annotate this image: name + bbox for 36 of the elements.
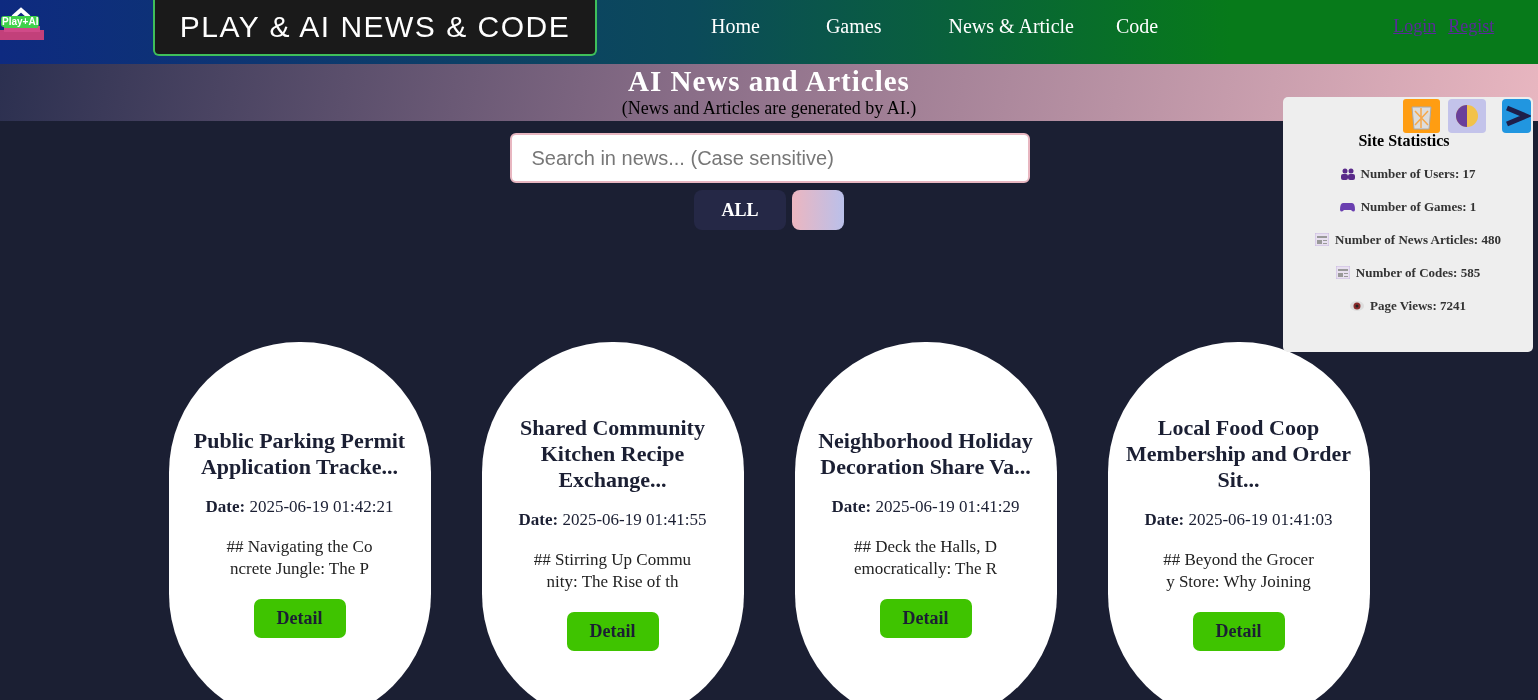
stat-text: Number of Users: 17 (1360, 165, 1476, 182)
article-title: Local Food Coop Membership and Order Sit... (1125, 415, 1352, 493)
article-date: Date: 2025-06-19 01:41:03 (1144, 510, 1333, 530)
article-excerpt: ## Deck the Halls, D (853, 536, 998, 558)
nav-link[interactable]: Home (711, 14, 760, 38)
filter-button[interactable]: ALL (694, 190, 786, 230)
article-title: Shared Community Kitchen Recipe Exchange... (519, 415, 706, 493)
detail-button[interactable]: Detail (1192, 612, 1285, 651)
article-date: Date: 2025-06-19 01:42:21 (205, 497, 394, 517)
logo-text: Play+AI (1, 16, 40, 27)
detail-button[interactable]: Detail (253, 599, 346, 638)
stat-text: Number of Games: 1 (1360, 198, 1477, 215)
article-excerpt: emocratically: The R (853, 558, 998, 580)
nav-link[interactable]: Games (825, 14, 882, 38)
nav-link[interactable]: Code (1115, 14, 1159, 38)
stats-title: Site Statistics (1358, 132, 1450, 150)
article-excerpt: nity: The Rise of th (545, 571, 680, 593)
article-date: Date: 2025-06-19 01:41:29 (831, 497, 1020, 517)
detail-button[interactable]: Detail (566, 612, 659, 651)
article-excerpt: y Store: Why Joining (1165, 571, 1312, 593)
article-title: Neighborhood Holiday Decoration Share Va... (817, 428, 1034, 480)
article-excerpt: ## Beyond the Grocer (1163, 549, 1314, 571)
article-date: Date: 2025-06-19 01:41:55 (518, 510, 707, 530)
article-excerpt: ## Stirring Up Commu (533, 549, 692, 571)
site-title[interactable]: PLAY & AI NEWS & CODE (153, 0, 597, 56)
stat-text: Number of News Articles: 480 (1335, 231, 1501, 248)
stat-text: Number of Codes: 585 (1355, 264, 1481, 281)
article-excerpt: ncrete Jungle: The P (229, 558, 370, 580)
search-field[interactable]: Search in news... (Case sensitive) (509, 133, 1030, 183)
detail-button[interactable]: Detail (879, 599, 972, 638)
banner-title: AI News and Articles (628, 64, 910, 98)
article-title: Public Parking Permit Application Tracke... (192, 428, 407, 480)
banner-subtitle: (News and Articles are generated by AI.) (621, 98, 917, 118)
nav-link[interactable]: News & Article (948, 14, 1074, 38)
stat-text: Page Views: 7241 (1369, 297, 1466, 314)
article-excerpt: ## Navigating the Co (226, 536, 373, 558)
